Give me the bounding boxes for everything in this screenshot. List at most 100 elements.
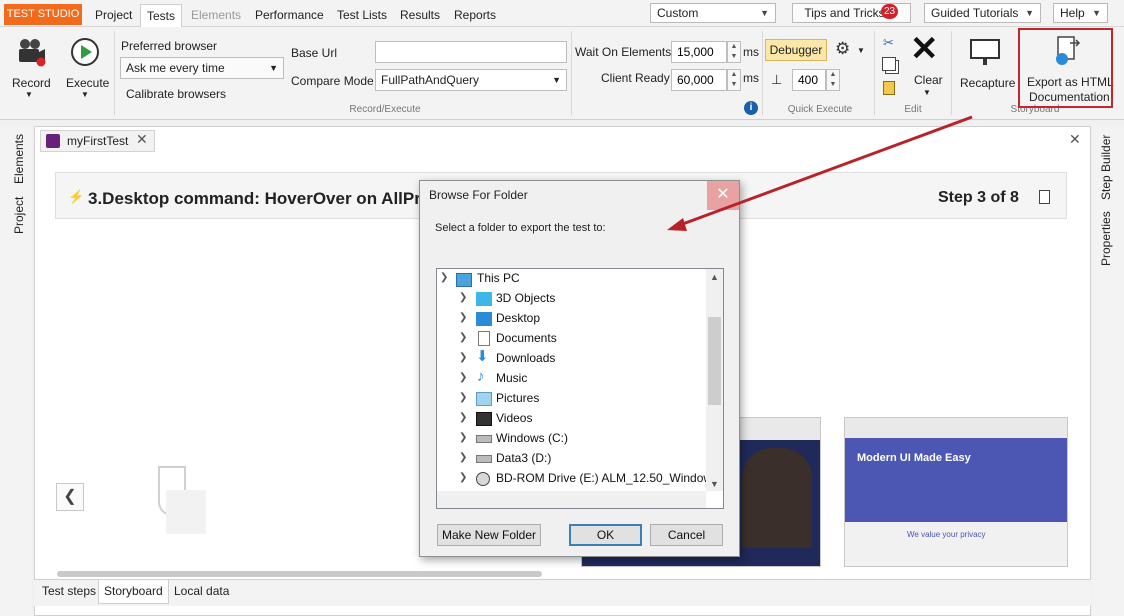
- expand-icon[interactable]: ❯: [459, 372, 467, 383]
- tree-item-documents[interactable]: Documents: [496, 328, 557, 348]
- tab-performance[interactable]: Performance: [249, 4, 330, 27]
- tree-item-downloads[interactable]: Downloads: [496, 348, 555, 368]
- elements-side-tab[interactable]: Elements: [12, 134, 26, 184]
- tab-storyboard[interactable]: Storyboard: [98, 580, 169, 604]
- properties-side-tab[interactable]: Properties: [1099, 211, 1113, 266]
- tab-test-lists[interactable]: Test Lists: [331, 4, 393, 27]
- tab-tests[interactable]: Tests: [140, 4, 183, 27]
- collapse-icon[interactable]: ❯: [440, 272, 448, 283]
- calibrate-browsers-button[interactable]: Calibrate browsers: [126, 87, 226, 101]
- scroll-down-icon[interactable]: ▼: [710, 479, 719, 489]
- info-icon[interactable]: i: [744, 101, 758, 115]
- expand-icon[interactable]: ❯: [459, 432, 467, 443]
- thumb-privacy-text: We value your privacy: [907, 530, 986, 539]
- clear-button[interactable]: ✕ Clear ▼: [908, 30, 946, 101]
- tree-horizontal-scrollbar[interactable]: [437, 491, 706, 508]
- thumb-privacy-panel: [845, 522, 1067, 566]
- gear-icon[interactable]: ⚙: [835, 39, 850, 59]
- scroll-up-icon[interactable]: ▲: [710, 272, 719, 282]
- tree-item-bd-rom-e[interactable]: BD-ROM Drive (E:) ALM_12.50_Windows: [496, 468, 706, 488]
- client-ready-label: Client Ready: [601, 71, 670, 85]
- divider: [114, 31, 115, 115]
- expand-icon[interactable]: ❯: [459, 472, 467, 483]
- layout-value: Custom: [657, 6, 699, 20]
- chevron-down-icon: ▼: [269, 63, 278, 73]
- expand-icon[interactable]: ❯: [459, 412, 467, 423]
- close-panel-icon[interactable]: ✕: [1069, 131, 1081, 148]
- delay-spinner[interactable]: ▲ ▼: [826, 69, 840, 91]
- guided-tutorials-dropdown[interactable]: Guided Tutorials ▼: [924, 3, 1041, 23]
- quick-execute-caption: Quick Execute: [787, 104, 853, 115]
- tree-item-windows-c[interactable]: Windows (C:): [496, 428, 568, 448]
- picture-icon: [476, 392, 492, 406]
- layout-dropdown[interactable]: Custom ▼: [650, 3, 776, 23]
- expand-icon[interactable]: ❯: [459, 392, 467, 403]
- top-tab-bar: TEST STUDIO Project Tests Elements Perfo…: [0, 0, 1124, 27]
- record-label: Record: [12, 76, 51, 90]
- divider: [951, 31, 952, 115]
- base-url-input[interactable]: [375, 41, 567, 63]
- execute-label: Execute: [66, 76, 110, 90]
- tree-item-music[interactable]: Music: [496, 368, 527, 388]
- tree-scroll-thumb[interactable]: [708, 317, 721, 405]
- tree-item-3d-objects[interactable]: 3D Objects: [496, 288, 555, 308]
- tree-item-this-pc[interactable]: This PC: [477, 268, 520, 288]
- expand-icon[interactable]: ❯: [459, 332, 467, 343]
- ribbon: Record ▼ Execute ▼ Preferred browser Ask…: [0, 27, 1124, 120]
- tree-item-pictures[interactable]: Pictures: [496, 388, 539, 408]
- expand-icon[interactable]: ❯: [459, 452, 467, 463]
- client-ready-input[interactable]: [671, 69, 727, 91]
- paste-icon[interactable]: [883, 81, 895, 95]
- tab-results[interactable]: Results: [394, 4, 446, 27]
- thumb-person-photo: [742, 448, 812, 548]
- recapture-label: Recapture: [960, 76, 1016, 90]
- wait-on-elements-input[interactable]: [671, 41, 727, 63]
- document-icon[interactable]: [1039, 190, 1050, 204]
- debugger-button[interactable]: Debugger: [765, 39, 827, 61]
- help-dropdown[interactable]: Help ▼: [1053, 3, 1108, 23]
- compare-mode-select[interactable]: FullPathAndQuery ▼: [375, 69, 567, 91]
- record-execute-caption: Record/Execute: [349, 104, 421, 115]
- copy-icon[interactable]: [882, 57, 896, 71]
- quick-delay-input[interactable]: [792, 69, 826, 91]
- close-tab-icon[interactable]: ✕: [136, 131, 148, 148]
- cut-icon[interactable]: ✂: [883, 35, 894, 51]
- chevron-down-icon[interactable]: ▼: [857, 46, 865, 55]
- test-file-icon: [46, 134, 60, 148]
- tab-project[interactable]: Project: [89, 4, 138, 27]
- brand-tab[interactable]: TEST STUDIO: [4, 4, 82, 25]
- execute-button[interactable]: Execute ▼: [64, 35, 110, 101]
- tree-item-data3-d[interactable]: Data3 (D:): [496, 448, 551, 468]
- record-button[interactable]: Record ▼: [10, 35, 52, 101]
- flask-bg: [166, 490, 206, 534]
- tree-item-desktop[interactable]: Desktop: [496, 308, 540, 328]
- expand-icon[interactable]: ❯: [459, 292, 467, 303]
- compare-mode-value: FullPathAndQuery: [381, 73, 480, 87]
- project-side-tab[interactable]: Project: [12, 197, 26, 234]
- chevron-down-icon: ▼: [923, 88, 931, 97]
- step-builder-side-tab[interactable]: Step Builder: [1099, 135, 1113, 200]
- recapture-button[interactable]: Recapture: [956, 35, 1016, 95]
- edit-caption: Edit: [904, 104, 922, 115]
- tab-reports[interactable]: Reports: [448, 4, 502, 27]
- ok-button[interactable]: OK: [569, 524, 642, 546]
- make-new-folder-button[interactable]: Make New Folder: [437, 524, 541, 546]
- tree-item-videos[interactable]: Videos: [496, 408, 532, 428]
- wait-spinner[interactable]: ▲ ▼: [727, 41, 741, 63]
- chevron-down-icon: ▼: [81, 90, 89, 99]
- help-label: Help: [1060, 6, 1085, 20]
- horizontal-scrollbar[interactable]: [57, 571, 542, 577]
- preferred-browser-select[interactable]: Ask me every time ▼: [120, 57, 284, 79]
- client-ready-spinner[interactable]: ▲ ▼: [727, 69, 741, 91]
- dialog-close-button[interactable]: ✕: [707, 181, 739, 210]
- ms-unit-label: ms: [743, 45, 759, 59]
- chevron-down-icon: ▼: [1025, 8, 1034, 18]
- tab-local-data[interactable]: Local data: [169, 580, 234, 604]
- previous-step-button[interactable]: ❮: [56, 483, 84, 511]
- expand-icon[interactable]: ❯: [459, 312, 467, 323]
- screenshot-thumbnail[interactable]: Modern UI Made Easy We value your privac…: [844, 417, 1068, 567]
- expand-icon[interactable]: ❯: [459, 352, 467, 363]
- wait-on-elements-label: Wait On Elements: [575, 45, 672, 59]
- tab-test-steps[interactable]: Test steps: [37, 580, 101, 604]
- cancel-button[interactable]: Cancel: [650, 524, 723, 546]
